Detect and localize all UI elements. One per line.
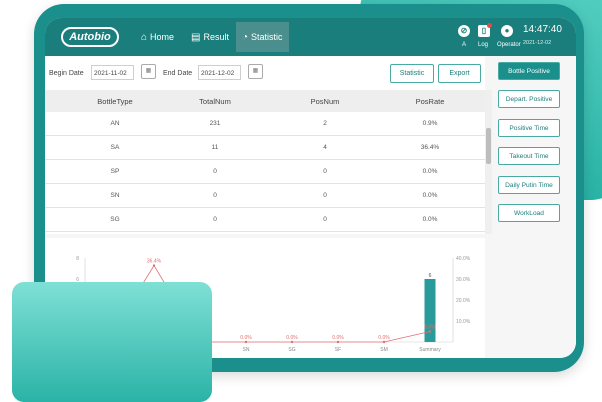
column-header: PosNum <box>310 96 340 106</box>
operator-icon[interactable]: ● <box>501 25 513 37</box>
begin-date-input[interactable]: 2021-11-02 <box>91 65 134 80</box>
calendar-icon[interactable]: ▦ <box>248 64 263 79</box>
nav-statistic-label: Statistic <box>251 32 283 42</box>
filter-bar: Begin Date 2021-11-02 ▦ End Date 2021-12… <box>45 56 485 90</box>
end-date-input[interactable]: 2021-12-02 <box>198 65 241 80</box>
bar-data-label: 6 <box>429 273 432 279</box>
table-header: BottleType TotalNum PosNum PosRate <box>45 90 485 112</box>
table-cell: 0.0% <box>422 168 438 175</box>
decorative-shape-bottom <box>12 282 212 402</box>
x-tick-label: SG <box>288 347 295 353</box>
log-label: Log <box>478 42 489 48</box>
workload-button[interactable]: WorkLoad <box>498 204 560 222</box>
line-point <box>290 340 294 344</box>
x-tick-label: SN <box>243 347 250 353</box>
operator-label: Operator <box>497 42 521 48</box>
y-tick-label-right: 30.0% <box>456 277 471 283</box>
line-data-label: 0.0% <box>378 335 390 341</box>
clock: 14:47:40 <box>523 24 562 35</box>
column-header: BottleType <box>97 96 133 106</box>
table-row[interactable]: AN 231 2 0.9% <box>45 112 485 136</box>
top-bar: Autobio ⌂ Home ▤ Result ◔ Statistic ⊘ A … <box>45 18 576 56</box>
nav-home[interactable]: ⌂ Home <box>141 22 174 52</box>
line-point <box>152 264 156 267</box>
table-cell: 4 <box>323 144 327 151</box>
column-header: TotalNum <box>199 96 231 106</box>
calendar-icon[interactable]: ▦ <box>141 64 156 79</box>
bottle-positive-button[interactable]: Bottle Positive <box>498 62 560 80</box>
table-cell: 231 <box>209 120 221 127</box>
table-cell: SG <box>110 216 120 223</box>
data-table: BottleType TotalNum PosNum PosRate AN 23… <box>45 90 485 234</box>
nav-statistic[interactable]: ◔ Statistic <box>236 22 289 52</box>
begin-date-label: Begin Date <box>49 70 84 77</box>
table-row[interactable]: SP 0 0 0.0% <box>45 160 485 184</box>
end-date-label: End Date <box>163 70 193 77</box>
a-icon[interactable]: ⊘ <box>458 25 470 37</box>
notification-badge <box>487 23 492 28</box>
line-data-label: 0.0% <box>332 335 344 341</box>
line-point <box>244 340 248 344</box>
x-tick-label: SF <box>335 347 341 353</box>
line-data-label: 0.0% <box>240 335 252 341</box>
scrollbar-thumb[interactable] <box>486 128 491 164</box>
x-tick-label: Summary <box>419 347 441 353</box>
table-cell: SA <box>110 144 120 151</box>
line-point <box>382 340 386 344</box>
table-cell: 11 <box>211 144 219 151</box>
table-row[interactable]: SA 11 4 36.4% <box>45 136 485 160</box>
result-icon: ▤ <box>191 31 201 43</box>
current-date: 2021-12-02 <box>523 40 552 46</box>
y-tick-label-left: 8 <box>76 256 79 262</box>
table-row[interactable]: SG 0 0 0.0% <box>45 208 485 232</box>
depart-positive-button[interactable]: Depart. Positive <box>498 90 560 108</box>
x-tick-label: SM <box>380 347 388 353</box>
table-cell: 0.9% <box>422 120 438 127</box>
positive-time-button[interactable]: Positive Time <box>498 119 560 137</box>
y-tick-label-right: 20.0% <box>456 298 471 304</box>
table-cell: 0 <box>323 192 327 199</box>
nav-home-label: Home <box>150 32 175 42</box>
table-cell: 0.0% <box>422 192 438 199</box>
app-logo: Autobio <box>61 27 119 47</box>
home-icon: ⌂ <box>141 31 148 43</box>
table-cell: 0 <box>323 216 327 223</box>
y-tick-label-right: 10.0% <box>456 319 471 325</box>
export-button[interactable]: Export <box>438 64 481 83</box>
nav-result-label: Result <box>203 32 229 42</box>
line-point <box>428 330 432 333</box>
line-data-label: 5.0% <box>424 325 436 331</box>
takeout-time-button[interactable]: Takeout Time <box>498 147 560 165</box>
y-tick-label-right: 40.0% <box>456 256 471 262</box>
nav-result[interactable]: ▤ Result <box>191 22 229 52</box>
table-cell: 0 <box>323 168 327 175</box>
statistic-button[interactable]: Statistic <box>390 64 434 83</box>
table-row[interactable]: SN 0 0 0.0% <box>45 184 485 208</box>
report-sidebar: Bottle Positive Depart. Positive Positiv… <box>494 56 576 358</box>
line-data-label: 36.4% <box>147 259 162 265</box>
table-scrollbar[interactable] <box>485 90 492 234</box>
table-cell: 0 <box>213 168 217 175</box>
table-cell: SN <box>110 192 120 199</box>
line-point <box>336 340 340 344</box>
daily-putin-time-button[interactable]: Daily Putin Time <box>498 176 560 194</box>
table-cell: 0 <box>213 216 217 223</box>
line-data-label: 0.0% <box>286 335 298 341</box>
table-cell: 0 <box>213 192 217 199</box>
table-cell: 0.0% <box>422 216 438 223</box>
table-cell: SP <box>110 168 120 175</box>
statistic-icon: ◔ <box>242 31 249 43</box>
a-label: A <box>462 42 467 48</box>
table-cell: 2 <box>323 120 327 127</box>
column-header: PosRate <box>415 96 445 106</box>
table-cell: AN <box>110 120 120 127</box>
table-cell: 36.4% <box>420 144 440 151</box>
